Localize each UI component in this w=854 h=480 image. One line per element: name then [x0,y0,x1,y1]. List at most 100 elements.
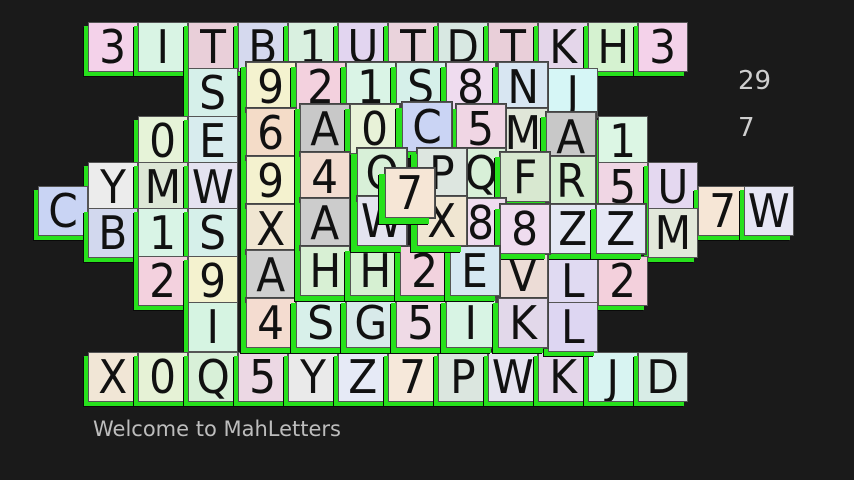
tile[interactable]: A [546,112,596,162]
tile-letter: I [464,298,478,348]
tile[interactable]: B [88,208,138,258]
tile[interactable]: S [188,208,238,258]
tile-letter: M [144,162,182,212]
tile[interactable]: W [744,186,794,236]
tile-letter: 5 [467,104,495,154]
tile-letter: 7 [396,168,424,218]
tile[interactable]: E [188,116,238,166]
tile[interactable]: J [588,352,638,402]
tile-letter: 9 [257,156,285,206]
tile[interactable]: 4 [246,298,296,348]
tile[interactable]: Q [188,352,238,402]
tile[interactable]: 0 [138,352,188,402]
tile[interactable]: F [500,152,550,202]
tile[interactable]: L [548,256,598,306]
tile[interactable]: Y [88,162,138,212]
tile-letter: 5 [407,298,435,348]
tile[interactable]: 2 [400,246,450,296]
tile-letter: H [359,246,391,296]
tile[interactable]: E [450,246,500,296]
tile[interactable]: Z [596,204,646,254]
tile[interactable]: R [546,156,596,206]
tile[interactable]: M [648,208,698,258]
tile[interactable]: H [300,246,350,296]
tile[interactable]: W [488,352,538,402]
tile[interactable]: 0 [350,104,400,154]
tile[interactable]: L [548,302,598,352]
tile[interactable]: C [38,186,88,236]
tile[interactable]: 1 [598,116,648,166]
tile[interactable]: Y [288,352,338,402]
tile[interactable]: 9 [246,62,296,112]
tile[interactable]: K [498,298,548,348]
tile[interactable]: 1 [138,208,188,258]
tile-letter: 8 [511,204,539,254]
tile[interactable]: I [446,298,496,348]
tile[interactable]: A [246,250,296,300]
tile-letter: D [646,352,680,402]
tile[interactable]: 5 [456,104,506,154]
tile-letter: 7 [709,186,737,236]
tile-letter: R [556,156,586,206]
tile[interactable]: Z [548,204,598,254]
tile[interactable]: J [548,68,598,118]
tile-letter: E [199,116,227,166]
tile[interactable]: 5 [238,352,288,402]
tile[interactable]: S [296,298,346,348]
tile[interactable]: U [648,162,698,212]
tile-letter: T [200,22,226,72]
pairs-remaining-counter: 29 [738,66,772,96]
tile[interactable]: 3 [638,22,688,72]
tile-letter: U [657,162,689,212]
tile-letter: Y [300,352,326,402]
tile-letter: 2 [411,246,439,296]
tile-letter: M [504,108,542,158]
tile[interactable]: I [188,302,238,352]
tile-letter: 1 [609,116,637,166]
tile[interactable]: 2 [138,256,188,306]
tile[interactable]: K [538,352,588,402]
tile-letter: X [98,352,128,402]
tile[interactable]: H [588,22,638,72]
tile[interactable]: W [188,162,238,212]
tile[interactable]: G [346,298,396,348]
tile[interactable]: 9 [188,256,238,306]
tile[interactable]: A [300,104,350,154]
tile-letter: 9 [199,256,227,306]
tile[interactable]: 4 [300,152,350,202]
tile[interactable]: 7 [385,168,435,218]
tile-letter: A [256,250,286,300]
tile[interactable]: 7 [698,186,748,236]
tile-letter: 0 [149,116,177,166]
tile[interactable]: H [350,246,400,296]
tile-letter: Q [464,148,498,198]
tile[interactable]: V [498,250,548,300]
tile-letter: N [507,62,539,112]
tile-letter: Q [196,352,230,402]
tile[interactable]: 8 [500,204,550,254]
tile[interactable]: T [188,22,238,72]
tile[interactable]: A [300,198,350,248]
tile-letter: S [307,298,335,348]
tile-letter: W [748,186,790,236]
tile[interactable]: 6 [246,108,296,158]
tile[interactable]: 9 [246,156,296,206]
tile[interactable]: X [88,352,138,402]
tile[interactable]: Z [338,352,388,402]
tile[interactable]: M [138,162,188,212]
tile-letter: 3 [99,22,127,72]
tile[interactable]: I [138,22,188,72]
tile-letter: W [192,162,234,212]
tile[interactable]: X [246,204,296,254]
tile[interactable]: 0 [138,116,188,166]
tile[interactable]: 2 [598,256,648,306]
tile[interactable]: P [438,352,488,402]
tile[interactable]: 3 [88,22,138,72]
tile[interactable]: 5 [396,298,446,348]
tile[interactable]: C [402,102,452,152]
tile[interactable]: 7 [388,352,438,402]
level-counter: 7 [738,113,755,143]
tile-letter: M [654,208,692,258]
tile[interactable]: S [188,68,238,118]
tile[interactable]: D [638,352,688,402]
